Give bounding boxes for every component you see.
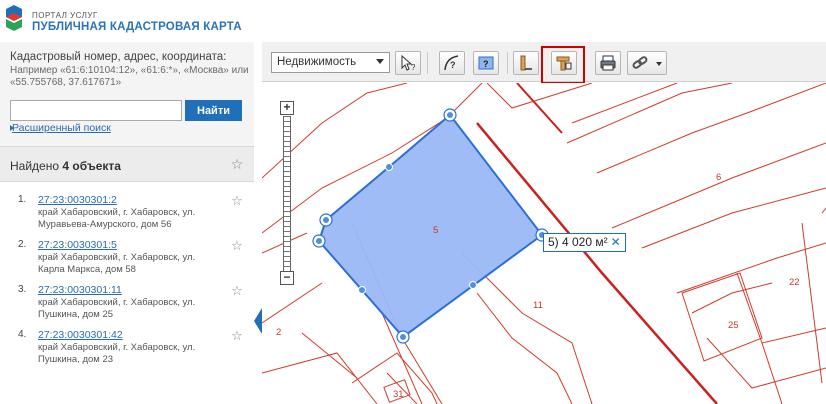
- toolbar: Недвижимость ? ? ?: [262, 42, 826, 84]
- parcel-label: 25: [728, 320, 739, 331]
- favorite-star-icon[interactable]: ☆: [230, 329, 244, 343]
- result-number: 4.: [18, 329, 27, 340]
- left-panel: Кадастровый номер, адрес, координата: На…: [0, 42, 254, 404]
- search-input[interactable]: [10, 100, 182, 121]
- parcel-label: 5: [433, 225, 439, 236]
- list-item: 2. 27:23:0030301:5 край Хабаровский, г. …: [0, 239, 254, 285]
- link-button[interactable]: [627, 51, 667, 75]
- result-link[interactable]: 27:23:0030301:5: [38, 239, 117, 251]
- search-block: Кадастровый номер, адрес, координата: На…: [0, 42, 254, 146]
- list-item: 4. 27:23:0030301:42 край Хабаровский, г.…: [0, 329, 254, 375]
- portal-logo[interactable]: [2, 3, 26, 33]
- favorite-star-icon[interactable]: ☆: [230, 194, 244, 208]
- close-icon[interactable]: ✕: [611, 235, 621, 249]
- cursor-question-icon: ?: [401, 54, 416, 72]
- result-address: край Хабаровский, г. Хабаровск, ул. Карл…: [38, 252, 196, 275]
- favorite-star-icon[interactable]: ☆: [230, 239, 244, 253]
- search-hint-example: Например «61:6:10104:12», «61:6:*», «Мос…: [10, 65, 249, 88]
- result-number: 3.: [18, 284, 27, 295]
- result-address: край Хабаровский, г. Хабаровск, ул. Мура…: [38, 207, 196, 230]
- portal-title: ПОРТАЛ УСЛУГ: [32, 11, 98, 20]
- list-item: 3. 27:23:0030301:11 край Хабаровский, г.…: [0, 284, 254, 330]
- favorite-star-icon[interactable]: ☆: [230, 284, 244, 298]
- list-item: 1. 27:23:0030301:2 край Хабаровский, г. …: [0, 194, 254, 240]
- parcel-label: 2: [276, 327, 282, 338]
- results-count: Найдено 4 объекта: [10, 159, 121, 173]
- result-link[interactable]: 27:23:0030301:11: [38, 284, 122, 296]
- svg-text:?: ?: [483, 59, 489, 69]
- page-title[interactable]: ПУБЛИЧНАЯ КАДАСТРОВАЯ КАРТА: [32, 21, 242, 33]
- distance-measure-button[interactable]: [513, 51, 539, 75]
- print-button[interactable]: [595, 51, 621, 75]
- search-button[interactable]: Найти: [185, 100, 242, 121]
- header: ПОРТАЛ УСЛУГ ПУБЛИЧНАЯ КАДАСТРОВАЯ КАРТА: [0, 0, 826, 42]
- toolbar-divider: [507, 52, 508, 74]
- advanced-search-link[interactable]: Расширенный поиск: [12, 122, 111, 134]
- result-number: 2.: [18, 239, 27, 250]
- collapse-panel-handle[interactable]: [254, 308, 262, 334]
- curve-question-icon: ?: [444, 55, 459, 71]
- area-identify-button[interactable]: ?: [473, 51, 499, 75]
- selected-tool-highlight: [541, 46, 585, 84]
- result-number: 1.: [18, 194, 27, 205]
- result-address: край Хабаровский, г. Хабаровск, ул. Пушк…: [38, 342, 196, 365]
- parcel-label: 11: [533, 300, 543, 311]
- search-hint-title: Кадастровый номер, адрес, координата:: [10, 51, 227, 63]
- curve-identify-button[interactable]: ?: [439, 51, 465, 75]
- area-measure-label: 5) 4 020 м² ✕: [543, 233, 626, 252]
- chevron-down-icon: [656, 62, 662, 66]
- area-question-icon: ?: [478, 56, 494, 70]
- result-address: край Хабаровский, г. Хабаровск, ул. Пушк…: [38, 297, 196, 320]
- results-header: Найдено 4 объекта ☆: [0, 146, 254, 182]
- printer-icon: [600, 55, 616, 71]
- zoom-control: + −: [280, 101, 296, 291]
- results-list: 1. 27:23:0030301:2 край Хабаровский, г. …: [0, 182, 254, 404]
- zoom-slider[interactable]: [283, 116, 291, 271]
- zoom-out-button[interactable]: −: [280, 271, 294, 285]
- result-link[interactable]: 27:23:0030301:2: [38, 194, 117, 206]
- toolbar-divider: [427, 52, 428, 74]
- result-link[interactable]: 27:23:0030301:42: [38, 329, 123, 341]
- parcel-label: 6: [716, 172, 722, 183]
- link-chain-icon: [632, 56, 648, 69]
- ruler-icon: [520, 55, 532, 71]
- area-value: 5) 4 020 м²: [548, 235, 608, 249]
- identify-tool-button[interactable]: ?: [395, 51, 421, 75]
- chevron-down-icon: [376, 59, 384, 64]
- parcel-label: 22: [789, 277, 800, 288]
- results-count-value: 4 объекта: [62, 159, 121, 173]
- favorite-star-icon[interactable]: ☆: [230, 157, 244, 171]
- svg-text:?: ?: [450, 60, 456, 70]
- svg-text:?: ?: [411, 63, 416, 72]
- results-count-prefix: Найдено: [10, 159, 63, 173]
- layer-select[interactable]: Недвижимость: [271, 52, 390, 73]
- parcel-label: 31: [393, 389, 404, 400]
- map-canvas[interactable]: 5 6 11 2 22 25 31 + − 5) 4 020 м² ✕: [262, 83, 826, 404]
- zoom-in-button[interactable]: +: [280, 101, 294, 115]
